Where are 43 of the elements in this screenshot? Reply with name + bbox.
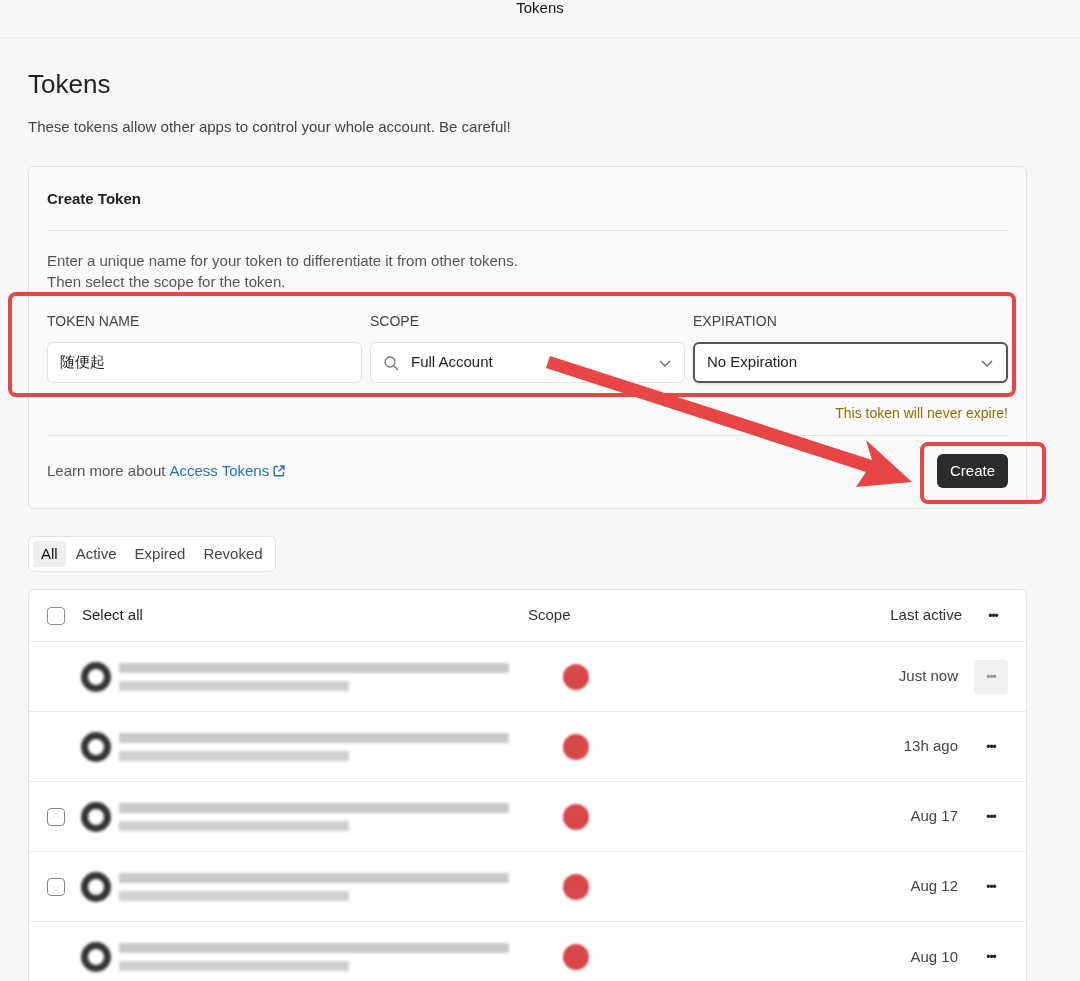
more-button[interactable]: •••	[974, 799, 1008, 834]
checkbox[interactable]	[47, 807, 65, 826]
access-tokens-link[interactable]: Access Tokens	[169, 459, 286, 483]
more-button[interactable]: •••	[974, 729, 1008, 764]
select-field[interactable]: No Expiration	[693, 342, 1008, 383]
page-heading: Tokens	[28, 69, 112, 99]
last-active-time: Just now	[898, 666, 958, 687]
instruction-text: Enter a unique name for your token to differentiate it from other tokens.	[47, 251, 519, 271]
last-active-time: Aug 17	[910, 806, 958, 827]
last-active-time: Aug 12	[910, 876, 958, 897]
scope-icon	[563, 873, 589, 900]
search-icon	[383, 354, 399, 371]
more-button[interactable]: •••	[974, 940, 1008, 974]
checkbox[interactable]	[47, 877, 65, 896]
field-label: SCOPE	[370, 312, 420, 331]
filter-tab[interactable]: Expired	[126, 541, 194, 567]
select-all-label: Select all	[82, 605, 144, 626]
more-button[interactable]: •••	[974, 869, 1008, 904]
external-link-icon	[273, 465, 286, 477]
input-field[interactable]: 随便起	[47, 342, 362, 383]
select-field[interactable]: Full Account	[370, 342, 685, 383]
scope-icon	[563, 663, 589, 690]
filter-tab[interactable]: All	[33, 541, 66, 567]
scope-icon	[563, 803, 589, 830]
scope-icon	[563, 733, 589, 760]
window-title: Tokens	[516, 0, 564, 16]
last-active-time: 13h ago	[903, 736, 958, 757]
filter-tab[interactable]: Active	[67, 541, 125, 567]
field-label: EXPIRATION	[693, 312, 778, 331]
field-label: TOKEN NAME	[47, 312, 141, 331]
more-button[interactable]: •••	[978, 600, 1008, 631]
filter-tab[interactable]: Revoked	[195, 541, 271, 567]
scope-icon	[563, 944, 589, 970]
instruction-text: Then select the scope for the token.	[47, 272, 287, 292]
warning-text: This token will never expire!	[835, 404, 1008, 423]
page-description: These tokens allow other apps to control your whole account. Be careful!	[28, 117, 512, 137]
create-button[interactable]: Create	[936, 454, 1008, 488]
checkbox[interactable]	[47, 606, 65, 625]
column-header: Last active	[890, 605, 962, 626]
card-title: Create Token	[47, 166, 1008, 231]
column-header: Scope	[528, 605, 571, 626]
last-active-time: Aug 10	[910, 946, 958, 967]
learn-more-text: Learn more about	[47, 460, 166, 481]
